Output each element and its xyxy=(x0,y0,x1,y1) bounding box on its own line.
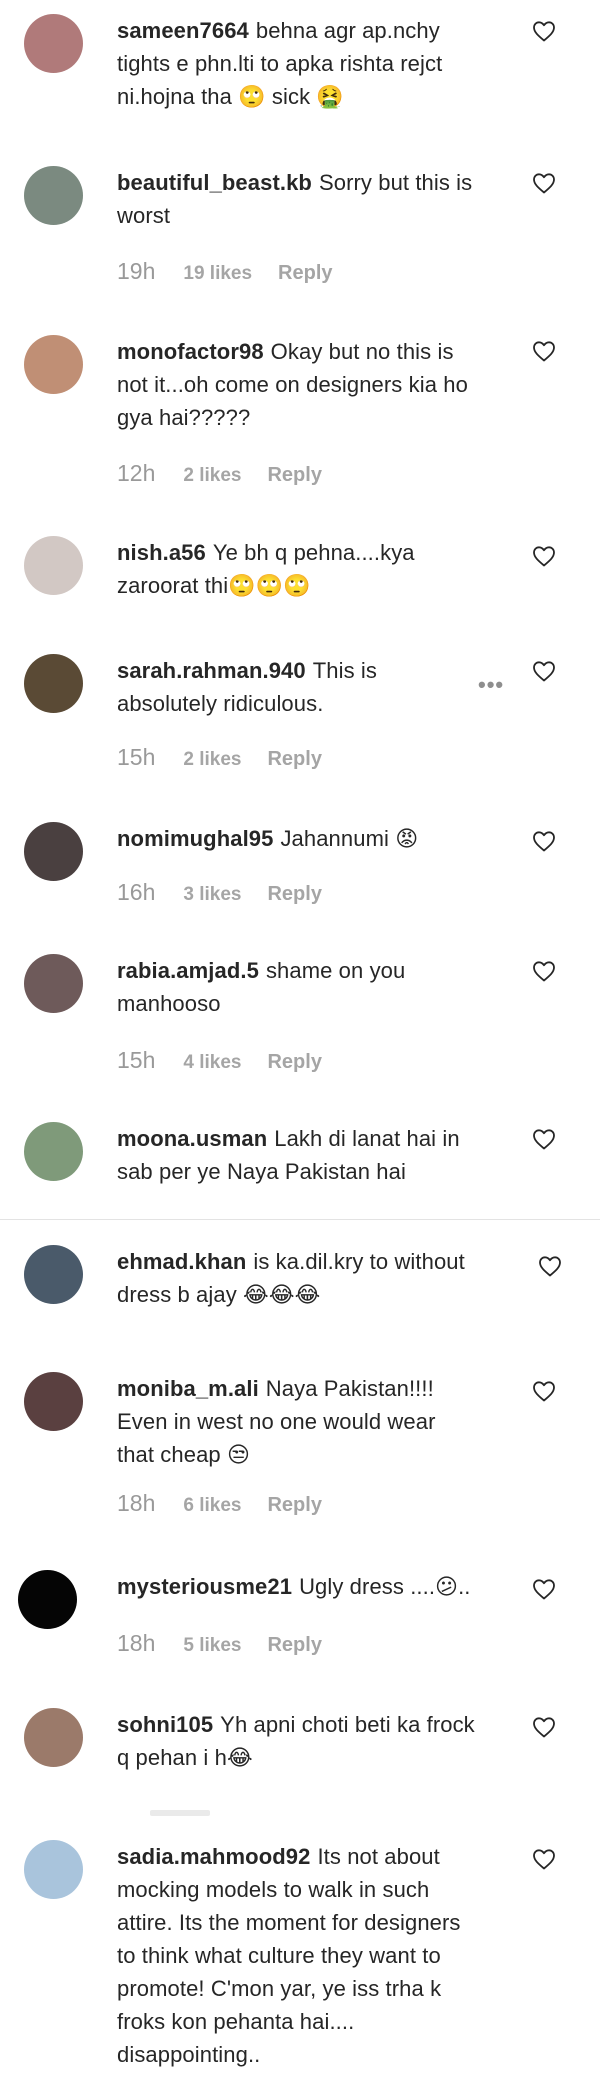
comment-text: moniba_m.ali Naya Pakistan!!!! Even in we… xyxy=(117,1372,477,1471)
heart-icon[interactable] xyxy=(532,172,556,194)
comment-meta: 16h 3 likes Reply xyxy=(117,879,322,906)
reply-button[interactable]: Reply xyxy=(267,883,321,906)
divider xyxy=(0,1219,600,1220)
username-link[interactable]: nish.a56 xyxy=(117,540,206,565)
comment-item: ehmad.khan is ka.dil.kry to without dress… xyxy=(0,1245,600,1365)
avatar[interactable] xyxy=(24,1708,83,1767)
username-link[interactable]: mysteriousme21 xyxy=(117,1574,292,1599)
comment-text: sadia.mahmood92 Its not about mocking mod… xyxy=(117,1840,477,2071)
avatar[interactable] xyxy=(24,1122,83,1181)
heart-icon[interactable] xyxy=(532,1716,556,1738)
heart-icon[interactable] xyxy=(532,830,556,852)
timestamp: 12h xyxy=(117,460,156,486)
username-link[interactable]: rabia.amjad.5 xyxy=(117,958,259,983)
username-link[interactable]: sadia.mahmood92 xyxy=(117,1844,310,1869)
username-link[interactable]: sohni105 xyxy=(117,1712,213,1737)
comment-text: mysteriousme21 Ugly dress ....😕.. xyxy=(117,1570,477,1603)
comment-text: sarah.rahman.940 This is absolutely ridic… xyxy=(117,654,477,720)
comment-text: sohni105 Yh apni choti beti ka frock q pe… xyxy=(117,1708,477,1774)
avatar[interactable] xyxy=(24,654,83,713)
comment-item: nomimughal95 Jahannumi 😡 16h 3 likes Reply xyxy=(0,822,600,942)
likes-count[interactable]: 2 likes xyxy=(183,749,241,771)
reply-button[interactable]: Reply xyxy=(267,1494,321,1517)
avatar[interactable] xyxy=(24,536,83,595)
username-link[interactable]: moniba_m.ali xyxy=(117,1376,259,1401)
avatar[interactable] xyxy=(24,954,83,1013)
username-link[interactable]: moona.usman xyxy=(117,1126,267,1151)
avatar[interactable] xyxy=(24,1840,83,1899)
comment-text: nish.a56 Ye bh q pehna....kya zaroorat th… xyxy=(117,536,477,602)
heart-icon[interactable] xyxy=(532,545,556,567)
comment-item: monofactor98 Okay but no this is not it..… xyxy=(0,335,600,486)
comment-text: ehmad.khan is ka.dil.kry to without dress… xyxy=(117,1245,477,1311)
comment-meta: 18h 6 likes Reply xyxy=(117,1490,322,1517)
username-link[interactable]: sarah.rahman.940 xyxy=(117,658,306,683)
comment-item: moona.usman Lakh di lanat hai in sab per … xyxy=(0,1122,600,1242)
comment-text: monofactor98 Okay but no this is not it..… xyxy=(117,335,477,434)
username-link[interactable]: ehmad.khan xyxy=(117,1249,246,1274)
avatar[interactable] xyxy=(24,335,83,394)
comment-text: nomimughal95 Jahannumi 😡 xyxy=(117,822,477,855)
reply-button[interactable]: Reply xyxy=(267,1051,321,1074)
likes-count[interactable]: 19 likes xyxy=(183,263,252,285)
username-link[interactable]: beautiful_beast.kb xyxy=(117,170,312,195)
heart-icon[interactable] xyxy=(532,340,556,362)
username-link[interactable]: nomimughal95 xyxy=(117,826,273,851)
likes-count[interactable]: 4 likes xyxy=(183,1052,241,1074)
comment-item: beautiful_beast.kb Sorry but this is wors… xyxy=(0,166,600,286)
timestamp: 18h xyxy=(117,1630,156,1656)
reply-button[interactable]: Reply xyxy=(267,464,321,487)
comment-text: moona.usman Lakh di lanat hai in sab per … xyxy=(117,1122,477,1188)
comment-item: sameen7664 behna agr ap.nchy tights e phn… xyxy=(0,14,600,134)
reply-button[interactable]: Reply xyxy=(278,262,332,285)
reply-button[interactable]: Reply xyxy=(267,1634,321,1657)
comment-meta: 15h 4 likes Reply xyxy=(117,1047,322,1074)
avatar[interactable] xyxy=(18,1570,77,1629)
more-options-icon[interactable]: ••• xyxy=(478,672,504,698)
heart-icon[interactable] xyxy=(532,1848,556,1870)
heart-icon[interactable] xyxy=(532,660,556,682)
reply-button[interactable]: Reply xyxy=(267,748,321,771)
avatar[interactable] xyxy=(24,1245,83,1304)
comment-meta: 15h 2 likes Reply xyxy=(117,744,322,771)
comment-body: Its not about mocking models to walk in … xyxy=(117,1844,461,2067)
comment-meta: 18h 5 likes Reply xyxy=(117,1630,322,1657)
comment-item: moniba_m.ali Naya Pakistan!!!! Even in we… xyxy=(0,1372,600,1516)
comment-body: Jahannumi 😡 xyxy=(280,826,419,851)
avatar[interactable] xyxy=(24,822,83,881)
username-link[interactable]: sameen7664 xyxy=(117,18,249,43)
likes-count[interactable]: 5 likes xyxy=(183,1635,241,1657)
comment-item: nish.a56 Ye bh q pehna....kya zaroorat th… xyxy=(0,536,600,656)
timestamp: 18h xyxy=(117,1490,156,1516)
comment-meta: 12h 2 likes Reply xyxy=(117,460,322,487)
comment-text: sameen7664 behna agr ap.nchy tights e phn… xyxy=(117,14,477,113)
comment-item: mysteriousme21 Ugly dress ....😕.. 18h 5 lik… xyxy=(0,1570,600,1690)
likes-count[interactable]: 3 likes xyxy=(183,884,241,906)
username-link[interactable]: monofactor98 xyxy=(117,339,264,364)
timestamp: 15h xyxy=(117,744,156,770)
comment-text: rabia.amjad.5 shame on you manhooso xyxy=(117,954,477,1020)
comment-item: rabia.amjad.5 shame on you manhooso 15h 4 l… xyxy=(0,954,600,1074)
heart-icon[interactable] xyxy=(532,1578,556,1600)
timestamp: 16h xyxy=(117,879,156,905)
comment-text: beautiful_beast.kb Sorry but this is wors… xyxy=(117,166,477,232)
heart-icon[interactable] xyxy=(532,20,556,42)
timestamp: 19h xyxy=(117,258,156,284)
avatar[interactable] xyxy=(24,166,83,225)
loading-stub xyxy=(0,1810,600,1824)
comment-meta: 19h 19 likes Reply xyxy=(117,258,333,285)
likes-count[interactable]: 6 likes xyxy=(183,1495,241,1517)
heart-icon[interactable] xyxy=(538,1255,562,1277)
timestamp: 15h xyxy=(117,1047,156,1073)
avatar[interactable] xyxy=(24,14,83,73)
comment-item: sarah.rahman.940 This is absolutely ridic… xyxy=(0,654,600,774)
comment-item: sadia.mahmood92 Its not about mocking mod… xyxy=(0,1840,600,2067)
likes-count[interactable]: 2 likes xyxy=(183,465,241,487)
comment-body: Ugly dress ....😕.. xyxy=(299,1574,471,1599)
heart-icon[interactable] xyxy=(532,1380,556,1402)
avatar[interactable] xyxy=(24,1372,83,1431)
heart-icon[interactable] xyxy=(532,1128,556,1150)
heart-icon[interactable] xyxy=(532,960,556,982)
